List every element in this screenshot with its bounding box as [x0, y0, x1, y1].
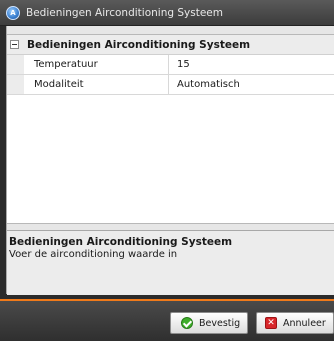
description-title: Bedieningen Airconditioning Systeem — [9, 236, 233, 248]
title-bar: A Bedieningen Airconditioning Systeem — [0, 0, 334, 26]
app-logo-icon: A — [6, 5, 20, 20]
property-grid: Bedieningen Airconditioning Systeem Temp… — [7, 34, 334, 224]
row-gutter — [7, 55, 24, 74]
description-panel: Bedieningen Airconditioning Systeem Voer… — [7, 230, 334, 295]
confirm-label: Bevestig — [199, 317, 241, 329]
description-text: Voer de airconditioning waarde in — [9, 249, 178, 260]
close-icon: ✕ — [265, 317, 277, 329]
confirm-button[interactable]: Bevestig — [170, 312, 248, 334]
category-label: Bedieningen Airconditioning Systeem — [27, 38, 251, 51]
mode-value-field[interactable]: Automatisch — [169, 75, 334, 94]
window-title: Bedieningen Airconditioning Systeem — [26, 6, 223, 19]
property-name: Modaliteit — [24, 75, 169, 94]
property-name: Temperatuur — [24, 55, 169, 74]
dialog-body: Bedieningen Airconditioning Systeem Temp… — [6, 26, 334, 295]
cancel-label: Annuleer — [283, 317, 326, 329]
dialog-footer: Bevestig ✕ Annuleer — [0, 301, 334, 341]
checkmark-icon — [181, 317, 193, 329]
category-row[interactable]: Bedieningen Airconditioning Systeem — [7, 35, 334, 55]
collapse-icon[interactable] — [10, 40, 19, 49]
property-row-temperatuur[interactable]: Temperatuur 15 — [7, 55, 334, 75]
row-gutter — [7, 75, 24, 94]
cancel-button[interactable]: ✕ Annuleer — [256, 312, 334, 334]
temperature-value-field[interactable]: 15 — [169, 55, 334, 74]
property-row-modaliteit[interactable]: Modaliteit Automatisch — [7, 75, 334, 95]
